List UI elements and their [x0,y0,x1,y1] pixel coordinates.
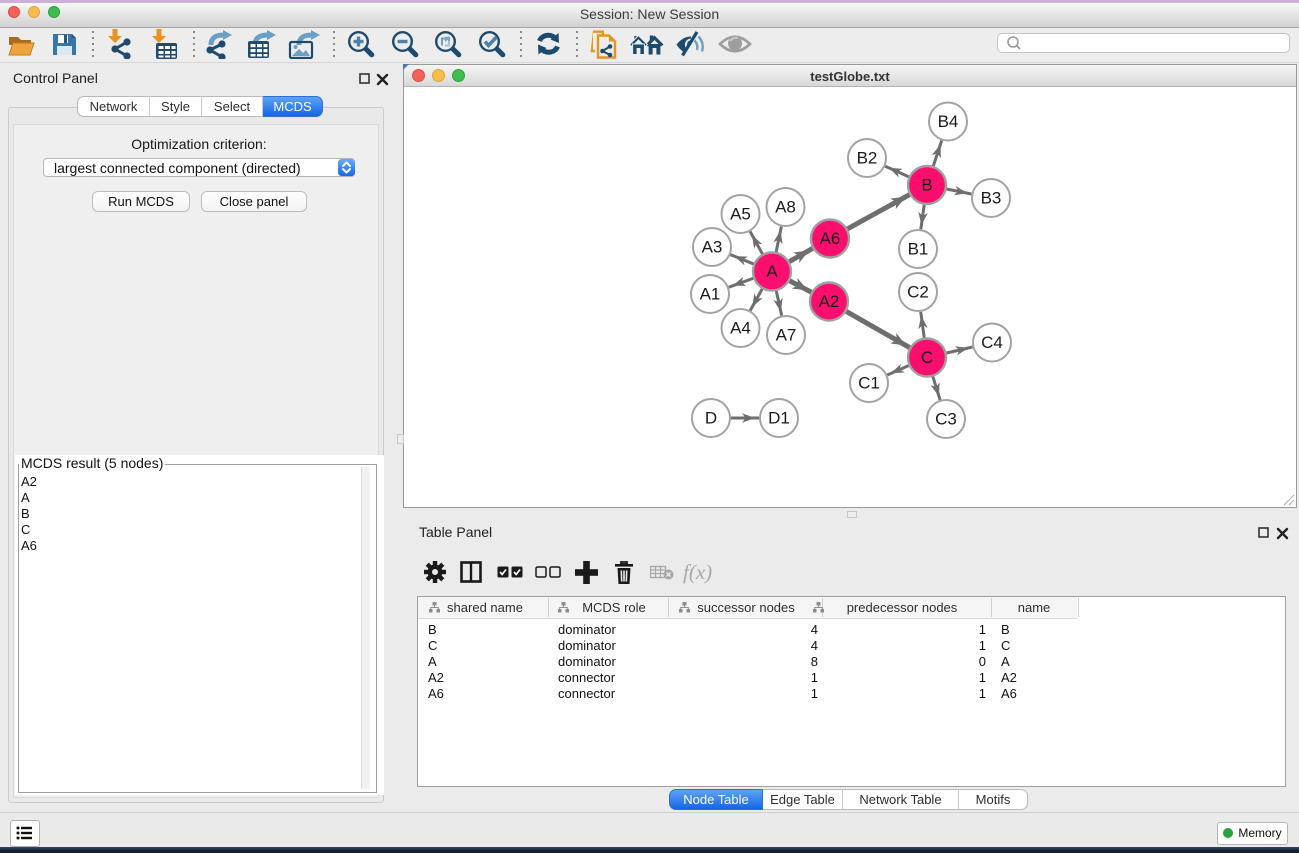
svg-text:B3: B3 [981,189,1002,208]
svg-text:A7: A7 [776,326,797,345]
svg-text:A5: A5 [730,205,751,224]
svg-text:A4: A4 [730,319,751,338]
svg-text:B1: B1 [908,240,929,259]
svg-text:B4: B4 [938,112,959,131]
svg-text:C3: C3 [935,410,957,429]
svg-text:B2: B2 [857,149,878,168]
svg-text:B: B [921,176,932,195]
svg-text:D1: D1 [768,409,790,428]
svg-text:C1: C1 [858,374,880,393]
svg-text:A1: A1 [700,285,721,304]
svg-text:A3: A3 [702,238,723,257]
svg-text:A6: A6 [820,229,841,248]
svg-text:D: D [705,409,717,428]
svg-text:C: C [921,348,933,367]
svg-text:C4: C4 [981,333,1003,352]
svg-text:A: A [766,262,778,281]
svg-text:A2: A2 [819,292,840,311]
svg-text:C2: C2 [907,283,929,302]
svg-text:A8: A8 [775,198,796,217]
